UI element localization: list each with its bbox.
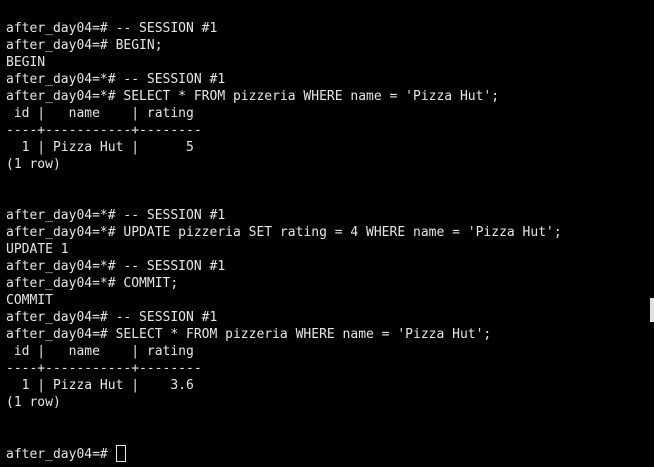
- result-separator: ----+-----------+--------: [6, 123, 202, 138]
- terminal-line-1: after_day04=# -- SESSION #1: [6, 21, 218, 36]
- prompt-line[interactable]: after_day04=#: [6, 445, 126, 462]
- result-row: 1 | Pizza Hut | 3.6: [6, 378, 194, 393]
- prompt-text: after_day04=#: [6, 447, 116, 462]
- terminal-line-12: after_day04=*# -- SESSION #1: [6, 208, 226, 223]
- terminal-line-16: after_day04=*# COMMIT;: [6, 276, 179, 291]
- terminal-line-2: after_day04=# BEGIN;: [6, 38, 163, 53]
- terminal-line-5: after_day04=*# SELECT * FROM pizzeria WH…: [6, 89, 500, 104]
- terminal-line-19: after_day04=# SELECT * FROM pizzeria WHE…: [6, 327, 492, 342]
- result-row: 1 | Pizza Hut | 5: [6, 140, 194, 155]
- terminal-line-3: BEGIN: [6, 55, 46, 70]
- scroll-marker: [650, 298, 654, 322]
- result-header: id | name | rating: [6, 106, 194, 121]
- scrollbar[interactable]: [650, 0, 654, 467]
- row-count: (1 row): [6, 395, 61, 410]
- result-separator: ----+-----------+--------: [6, 361, 202, 376]
- result-header: id | name | rating: [6, 344, 194, 359]
- text-cursor: [115, 445, 126, 462]
- terminal-line-18: after_day04=# -- SESSION #1: [6, 310, 218, 325]
- terminal-line-4: after_day04=*# -- SESSION #1: [6, 72, 226, 87]
- terminal-window[interactable]: after_day04=# -- SESSION #1 after_day04=…: [0, 0, 654, 467]
- row-count: (1 row): [6, 157, 61, 172]
- terminal-line-17: COMMIT: [6, 293, 53, 308]
- terminal-line-13: after_day04=*# UPDATE pizzeria SET ratin…: [6, 225, 562, 240]
- terminal-line-15: after_day04=*# -- SESSION #1: [6, 259, 226, 274]
- terminal-line-14: UPDATE 1: [6, 242, 69, 257]
